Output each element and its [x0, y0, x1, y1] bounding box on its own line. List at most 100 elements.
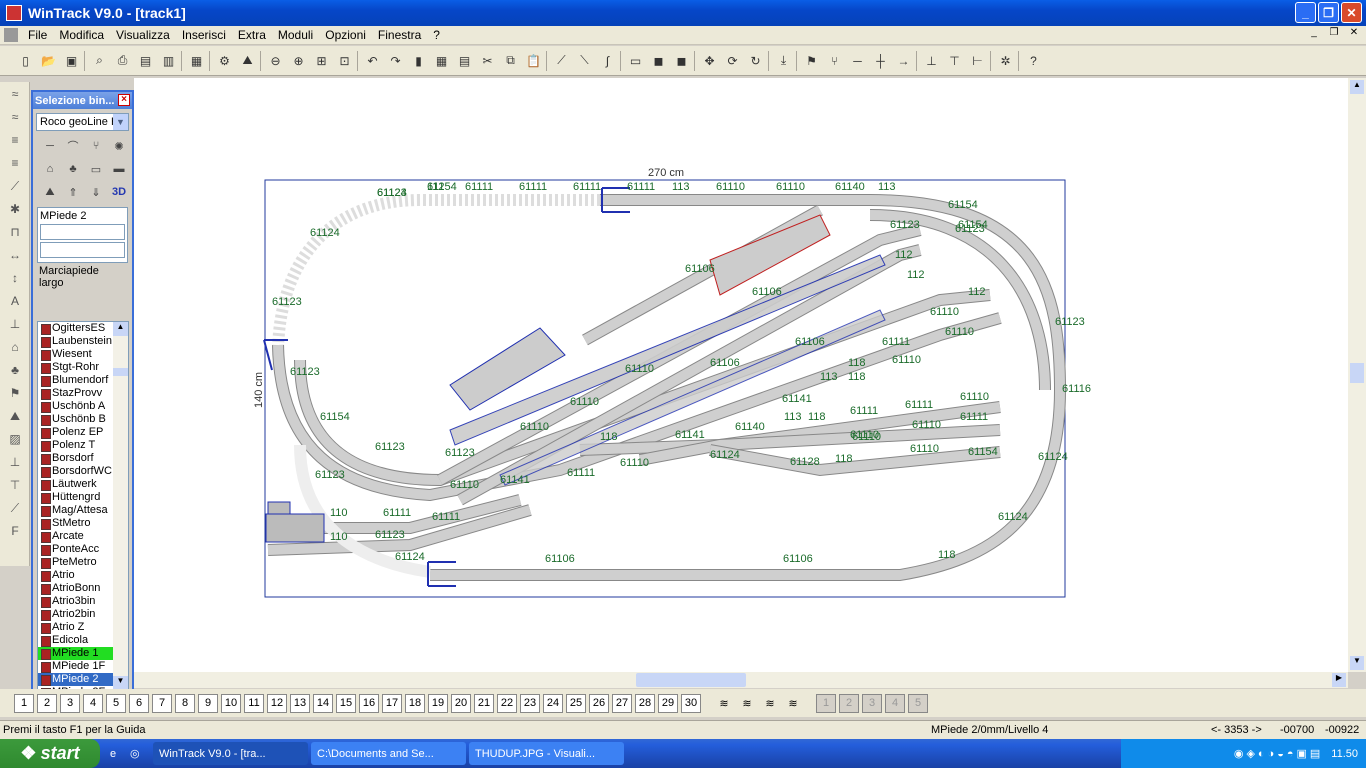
library-icon[interactable]: ▦ — [186, 50, 208, 72]
cut-icon[interactable]: ✂ — [477, 50, 499, 72]
grid-icon[interactable]: ▦ — [431, 50, 453, 72]
layer-red-icon[interactable]: ≋ — [737, 694, 757, 713]
catenary-icon[interactable]: ⟋ — [2, 497, 28, 519]
font-icon[interactable]: F — [2, 520, 28, 542]
menu-opzioni[interactable]: Opzioni — [319, 28, 372, 42]
selected-item-field1[interactable] — [40, 224, 125, 240]
scroll-down-button[interactable]: ▼ — [1350, 656, 1364, 670]
mdi-restore-button[interactable]: ❐ — [1326, 27, 1342, 42]
menu-inserisci[interactable]: Inserisci — [176, 28, 232, 42]
zoom-in-icon[interactable]: ⊕ — [288, 50, 310, 72]
list-icon[interactable]: ▥ — [158, 50, 180, 72]
restore-button[interactable]: ❐ — [1318, 2, 1339, 23]
layer-tab-3[interactable]: 3 — [60, 693, 80, 713]
view-tab-2[interactable]: 2 — [839, 693, 859, 713]
vertical-scrollbar[interactable]: ▲ ▼ — [1348, 78, 1366, 672]
signal2-icon[interactable]: ⚑ — [2, 382, 28, 404]
selected-item-field2[interactable] — [40, 242, 125, 258]
train-icon[interactable]: ▬ — [108, 158, 130, 180]
layer-tab-12[interactable]: 12 — [267, 693, 287, 713]
layer-tab-19[interactable]: 19 — [428, 693, 448, 713]
rotate-icon[interactable]: ⟳ — [722, 50, 744, 72]
copy-icon[interactable]: ⧉ — [500, 50, 522, 72]
pin-icon[interactable]: ⊥ — [2, 313, 28, 335]
chart-icon[interactable]: ▨ — [2, 428, 28, 450]
book-icon[interactable]: ▮ — [408, 50, 430, 72]
layer-tab-20[interactable]: 20 — [451, 693, 471, 713]
menu-moduli[interactable]: Moduli — [272, 28, 319, 42]
tree-icon[interactable]: ♣ — [62, 158, 84, 180]
layer-tab-30[interactable]: 30 — [681, 693, 701, 713]
print-preview-icon[interactable]: ⌕ — [89, 50, 111, 72]
3d-icon[interactable]: 3D — [108, 181, 130, 203]
scroll-right-button[interactable]: ▶ — [1332, 673, 1346, 687]
layer-tab-24[interactable]: 24 — [543, 693, 563, 713]
track-tool-icon[interactable]: ⟋ — [551, 50, 573, 72]
track-c-icon[interactable]: → — [893, 50, 915, 72]
list-scrollbar[interactable]: ▲ ▼ — [113, 322, 128, 690]
platform-icon[interactable]: ▭ — [85, 158, 107, 180]
new-icon[interactable]: ▯ — [15, 50, 37, 72]
zoom-out-icon[interactable]: ⊖ — [265, 50, 287, 72]
layer-tab-11[interactable]: 11 — [244, 693, 264, 713]
signal-icon[interactable]: ⚑ — [801, 50, 823, 72]
layer-tab-1[interactable]: 1 — [14, 693, 34, 713]
layer-gray-icon[interactable]: ≋ — [760, 694, 780, 713]
table-icon[interactable]: ▤ — [454, 50, 476, 72]
task-documents[interactable]: C:\Documents and Se... — [311, 742, 466, 765]
menu-modifica[interactable]: Modifica — [53, 28, 110, 42]
layer-tab-14[interactable]: 14 — [313, 693, 333, 713]
item-list[interactable]: OgittersES Laubenstein Wiesent Stgt-Rohr Blu… — [37, 321, 129, 691]
track-section-icon[interactable]: ≡ — [2, 129, 28, 151]
layer-multi-icon[interactable]: ≋ — [783, 694, 803, 713]
mdi-close-button[interactable]: ✕ — [1346, 27, 1362, 42]
ruler2-icon[interactable]: ⊤ — [2, 474, 28, 496]
straight-track-icon[interactable]: ─ — [39, 135, 61, 157]
turntable-icon[interactable]: ✺ — [108, 135, 130, 157]
layer-tab-8[interactable]: 8 — [175, 693, 195, 713]
track-b-icon[interactable]: ┼ — [870, 50, 892, 72]
layer-tab-6[interactable]: 6 — [129, 693, 149, 713]
menu-finestra[interactable]: Finestra — [372, 28, 427, 42]
landscape-icon[interactable]: ⛰ — [237, 50, 259, 72]
layer-tab-17[interactable]: 17 — [382, 693, 402, 713]
layer-tab-7[interactable]: 7 — [152, 693, 172, 713]
layer-icon[interactable]: ▭ — [625, 50, 647, 72]
panel-close-icon[interactable]: × — [118, 94, 130, 106]
menu-file[interactable]: File — [22, 28, 53, 42]
layer-tab-29[interactable]: 29 — [658, 693, 678, 713]
red-blocks-icon[interactable]: ◼ — [648, 50, 670, 72]
zoom-window-icon[interactable]: ⊞ — [311, 50, 333, 72]
track-section2-icon[interactable]: ≡ — [2, 152, 28, 174]
move-icon[interactable]: ✥ — [699, 50, 721, 72]
settings-icon[interactable]: ⚙ — [214, 50, 236, 72]
view-tab-4[interactable]: 4 — [885, 693, 905, 713]
paste-icon[interactable]: 📋 — [523, 50, 545, 72]
track-layout[interactable]: 270 cm 140 cm 61123 112 61111 61111 6111… — [134, 78, 1348, 672]
curve-icon[interactable]: ⟍ — [574, 50, 596, 72]
open-icon[interactable]: 📂 — [38, 50, 60, 72]
text-icon[interactable]: A — [2, 290, 28, 312]
layer-tab-10[interactable]: 10 — [221, 693, 241, 713]
layer-stack-icon[interactable]: ≋ — [714, 694, 734, 713]
building-icon[interactable]: ⌂ — [39, 158, 61, 180]
list-scroll-thumb[interactable] — [113, 368, 128, 376]
redo-icon[interactable]: ↷ — [385, 50, 407, 72]
house-icon[interactable]: ⌂ — [2, 336, 28, 358]
start-button[interactable]: ❖ start — [0, 739, 100, 768]
height-icon[interactable]: ↕ — [2, 267, 28, 289]
horizontal-scrollbar[interactable]: ▶ — [134, 672, 1348, 688]
landscape-tool-icon[interactable]: ⛰ — [39, 181, 61, 203]
save-icon[interactable]: ▣ — [61, 50, 83, 72]
tray-icons[interactable]: ◉◈◐◑◒◓▣▤ — [1234, 747, 1323, 760]
list-scroll-down[interactable]: ▼ — [113, 676, 128, 690]
flex-icon[interactable]: ∫ — [597, 50, 619, 72]
layer-tab-18[interactable]: 18 — [405, 693, 425, 713]
measure3-icon[interactable]: ⊢ — [967, 50, 989, 72]
layer-tab-23[interactable]: 23 — [520, 693, 540, 713]
view-tab-5[interactable]: 5 — [908, 693, 928, 713]
minimize-button[interactable]: _ — [1295, 2, 1316, 23]
quicklaunch-icon[interactable]: ◎ — [130, 747, 150, 760]
slope-icon[interactable]: ⟋ — [2, 175, 28, 197]
down-icon[interactable]: ⇓ — [85, 181, 107, 203]
